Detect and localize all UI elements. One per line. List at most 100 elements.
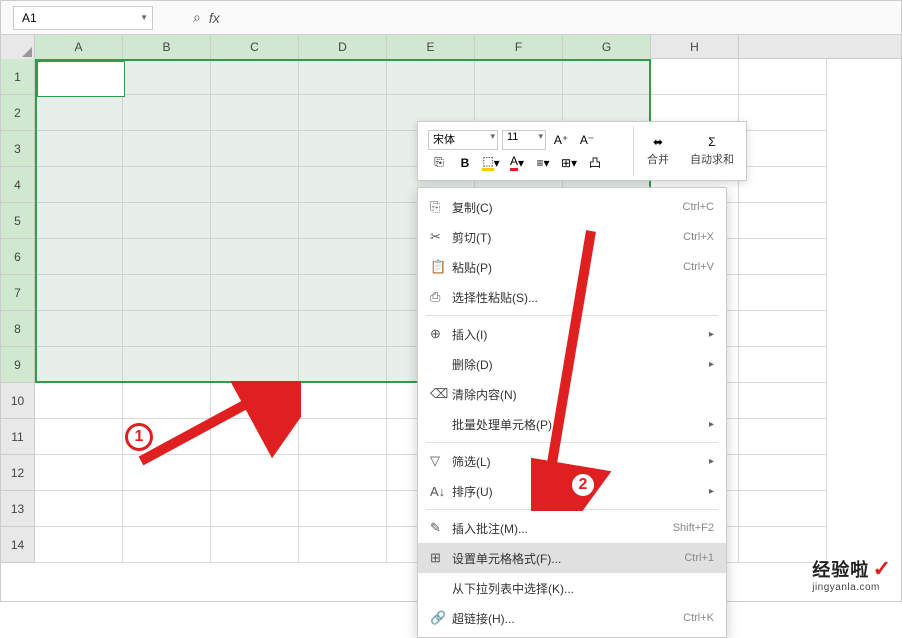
row-header[interactable]: 1: [1, 59, 35, 95]
decrease-font-icon[interactable]: A⁻: [576, 130, 598, 150]
row-header[interactable]: 9: [1, 347, 35, 383]
cell[interactable]: [35, 383, 123, 419]
cell[interactable]: [211, 239, 299, 275]
cell[interactable]: [739, 203, 827, 239]
menu-copy[interactable]: ⎘复制(C)Ctrl+C: [418, 192, 726, 222]
cell[interactable]: [123, 527, 211, 563]
cell[interactable]: [35, 59, 123, 95]
cell[interactable]: [739, 275, 827, 311]
cell[interactable]: [211, 347, 299, 383]
cell[interactable]: [123, 131, 211, 167]
cell[interactable]: [739, 491, 827, 527]
cell[interactable]: [211, 59, 299, 95]
row-header[interactable]: 11: [1, 419, 35, 455]
cell[interactable]: [739, 419, 827, 455]
cell[interactable]: [739, 95, 827, 131]
format-icon[interactable]: 凸: [584, 153, 606, 173]
menu-dropdown-list[interactable]: 从下拉列表中选择(K)...: [418, 573, 726, 603]
cell[interactable]: [123, 59, 211, 95]
row-header[interactable]: 2: [1, 95, 35, 131]
cell[interactable]: [739, 347, 827, 383]
menu-paste-special[interactable]: ⎙选择性粘贴(S)...: [418, 282, 726, 312]
bold-icon[interactable]: B: [454, 153, 476, 173]
col-header[interactable]: D: [299, 35, 387, 59]
cell[interactable]: [299, 59, 387, 95]
row-header[interactable]: 12: [1, 455, 35, 491]
cell[interactable]: [123, 347, 211, 383]
cell[interactable]: [299, 95, 387, 131]
cell[interactable]: [35, 95, 123, 131]
cell[interactable]: [123, 203, 211, 239]
cell[interactable]: [475, 59, 563, 95]
menu-cut[interactable]: ✂剪切(T)Ctrl+X: [418, 222, 726, 252]
name-box[interactable]: A1 ▼: [13, 6, 153, 30]
row-header[interactable]: 13: [1, 491, 35, 527]
cell[interactable]: [299, 203, 387, 239]
cell[interactable]: [35, 275, 123, 311]
col-header[interactable]: H: [651, 35, 739, 59]
select-all-corner[interactable]: [1, 35, 35, 59]
cell[interactable]: [299, 527, 387, 563]
cell[interactable]: [123, 239, 211, 275]
cell[interactable]: [211, 527, 299, 563]
cell[interactable]: [739, 239, 827, 275]
cell[interactable]: [35, 203, 123, 239]
font-size-select[interactable]: 11: [502, 130, 546, 150]
col-header[interactable]: C: [211, 35, 299, 59]
cell[interactable]: [35, 239, 123, 275]
row-header[interactable]: 7: [1, 275, 35, 311]
cell[interactable]: [35, 419, 123, 455]
col-header[interactable]: G: [563, 35, 651, 59]
cell[interactable]: [651, 59, 739, 95]
border-icon[interactable]: ⊞▾: [558, 153, 580, 173]
cell[interactable]: [299, 491, 387, 527]
menu-comment[interactable]: ✎插入批注(M)...Shift+F2: [418, 513, 726, 543]
cell[interactable]: [211, 383, 299, 419]
row-header[interactable]: 8: [1, 311, 35, 347]
format-painter-icon[interactable]: ⎘: [428, 153, 450, 173]
cell[interactable]: [299, 275, 387, 311]
cell[interactable]: [739, 455, 827, 491]
cell[interactable]: [739, 59, 827, 95]
cell[interactable]: [211, 491, 299, 527]
cell[interactable]: [211, 455, 299, 491]
menu-format-cells[interactable]: ⊞设置单元格格式(F)...Ctrl+1: [418, 543, 726, 573]
cell[interactable]: [739, 131, 827, 167]
cell[interactable]: [35, 167, 123, 203]
cell[interactable]: [123, 167, 211, 203]
cell[interactable]: [35, 527, 123, 563]
cell[interactable]: [211, 311, 299, 347]
cell[interactable]: [211, 131, 299, 167]
row-header[interactable]: 3: [1, 131, 35, 167]
row-header[interactable]: 10: [1, 383, 35, 419]
cell[interactable]: [211, 95, 299, 131]
cell[interactable]: [211, 203, 299, 239]
cell[interactable]: [35, 455, 123, 491]
cell[interactable]: [35, 311, 123, 347]
col-header[interactable]: F: [475, 35, 563, 59]
row-header[interactable]: 4: [1, 167, 35, 203]
fx-icon[interactable]: fx: [209, 10, 220, 26]
cell[interactable]: [299, 419, 387, 455]
search-icon[interactable]: ⌕: [193, 9, 201, 26]
menu-hyperlink[interactable]: 🔗超链接(H)...Ctrl+K: [418, 603, 726, 633]
row-header[interactable]: 14: [1, 527, 35, 563]
cell[interactable]: [123, 95, 211, 131]
font-color-icon[interactable]: A▾: [506, 153, 528, 173]
cell[interactable]: [299, 311, 387, 347]
cell[interactable]: [563, 59, 651, 95]
cell[interactable]: [299, 383, 387, 419]
menu-clear[interactable]: ⌫清除内容(N): [418, 379, 726, 409]
cell[interactable]: [35, 347, 123, 383]
cell[interactable]: [739, 167, 827, 203]
cell[interactable]: [123, 383, 211, 419]
cell[interactable]: [739, 383, 827, 419]
chevron-down-icon[interactable]: ▼: [140, 13, 148, 22]
cell[interactable]: [123, 455, 211, 491]
col-header[interactable]: A: [35, 35, 123, 59]
cell[interactable]: [299, 347, 387, 383]
cell[interactable]: [387, 59, 475, 95]
menu-filter[interactable]: ▽筛选(L)▸: [418, 446, 726, 476]
menu-insert[interactable]: ⊕插入(I)▸: [418, 319, 726, 349]
cell[interactable]: [123, 491, 211, 527]
